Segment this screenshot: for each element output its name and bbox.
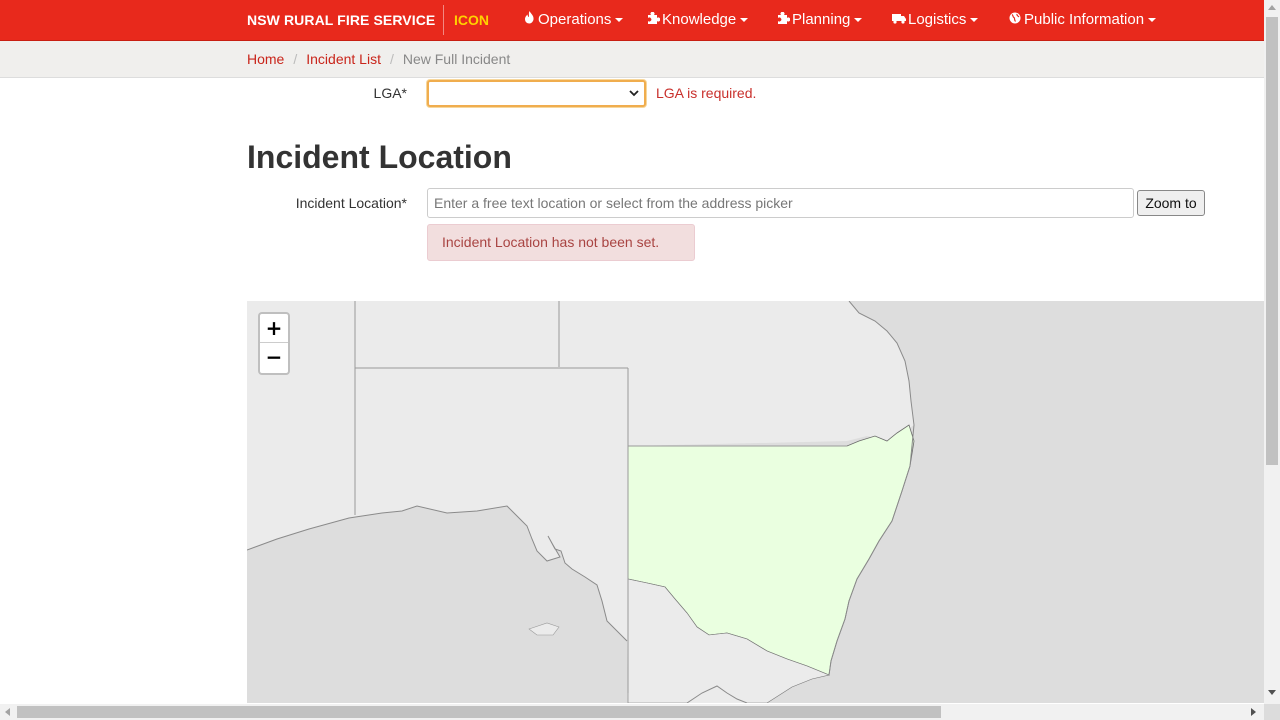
scroll-down-arrow-icon[interactable] [1268, 690, 1276, 695]
chevron-down-icon [629, 90, 639, 97]
brand-divider [443, 5, 444, 35]
scroll-up-arrow-icon[interactable] [1268, 5, 1276, 10]
breadcrumb-bar: Home / Incident List / New Full Incident [0, 41, 1264, 78]
breadcrumb-home[interactable]: Home [247, 51, 284, 67]
zoom-out-button[interactable]: − [260, 343, 288, 372]
nav-planning[interactable]: Planning [776, 0, 863, 40]
vertical-scroll-thumb[interactable] [1266, 17, 1278, 465]
scrollbar-corner [1264, 704, 1280, 720]
zoom-to-button[interactable]: Zoom to [1137, 190, 1205, 216]
puzzle-icon [646, 0, 660, 40]
top-navbar: NSW RURAL FIRE SERVICE ICON Operations K… [0, 0, 1264, 41]
incident-location-label: Incident Location* [295, 195, 407, 211]
nav-public-information[interactable]: Public Information [1008, 0, 1157, 40]
map-canvas[interactable] [247, 301, 1264, 703]
app-name[interactable]: ICON [454, 0, 489, 40]
map-view[interactable]: + − [247, 301, 1264, 703]
breadcrumb-separator: / [293, 51, 298, 67]
scroll-left-arrow-icon[interactable] [5, 708, 10, 716]
lga-label: LGA* [373, 85, 407, 101]
chevron-down-icon [1148, 18, 1157, 23]
nav-public-information-label: Public Information [1024, 11, 1145, 28]
horizontal-scrollbar[interactable] [0, 704, 1264, 720]
section-title: Incident Location [247, 139, 512, 175]
nav-operations[interactable]: Operations [522, 0, 624, 40]
nav-planning-label: Planning [792, 11, 851, 28]
breadcrumb-current: New Full Incident [402, 51, 511, 67]
nav-logistics-label: Logistics [908, 11, 967, 28]
nav-knowledge-label: Knowledge [662, 11, 737, 28]
breadcrumb-separator: / [389, 51, 394, 67]
chevron-down-icon [740, 18, 749, 23]
nav-operations-label: Operations [538, 11, 612, 28]
chevron-down-icon [854, 18, 863, 23]
breadcrumb: Home / Incident List / New Full Incident [247, 41, 510, 77]
fire-icon [522, 0, 536, 40]
puzzle-icon [776, 0, 790, 40]
nav-logistics[interactable]: Logistics [892, 0, 979, 40]
nav-knowledge[interactable]: Knowledge [646, 0, 749, 40]
lga-error-message: LGA is required. [656, 85, 757, 101]
incident-location-input[interactable] [427, 188, 1134, 218]
lga-select[interactable] [427, 80, 646, 107]
map-zoom-control: + − [258, 312, 290, 375]
breadcrumb-incident-list[interactable]: Incident List [306, 51, 381, 67]
brand-name[interactable]: NSW RURAL FIRE SERVICE [247, 0, 435, 40]
horizontal-scroll-thumb[interactable] [17, 706, 941, 718]
chevron-down-icon [615, 18, 624, 23]
zoom-in-button[interactable]: + [260, 314, 288, 343]
chevron-down-icon [970, 18, 979, 23]
globe-icon [1008, 0, 1022, 40]
vertical-scrollbar[interactable] [1264, 0, 1280, 704]
scroll-right-arrow-icon[interactable] [1251, 708, 1256, 716]
truck-icon [892, 0, 906, 40]
location-error-alert: Incident Location has not been set. [427, 224, 695, 261]
